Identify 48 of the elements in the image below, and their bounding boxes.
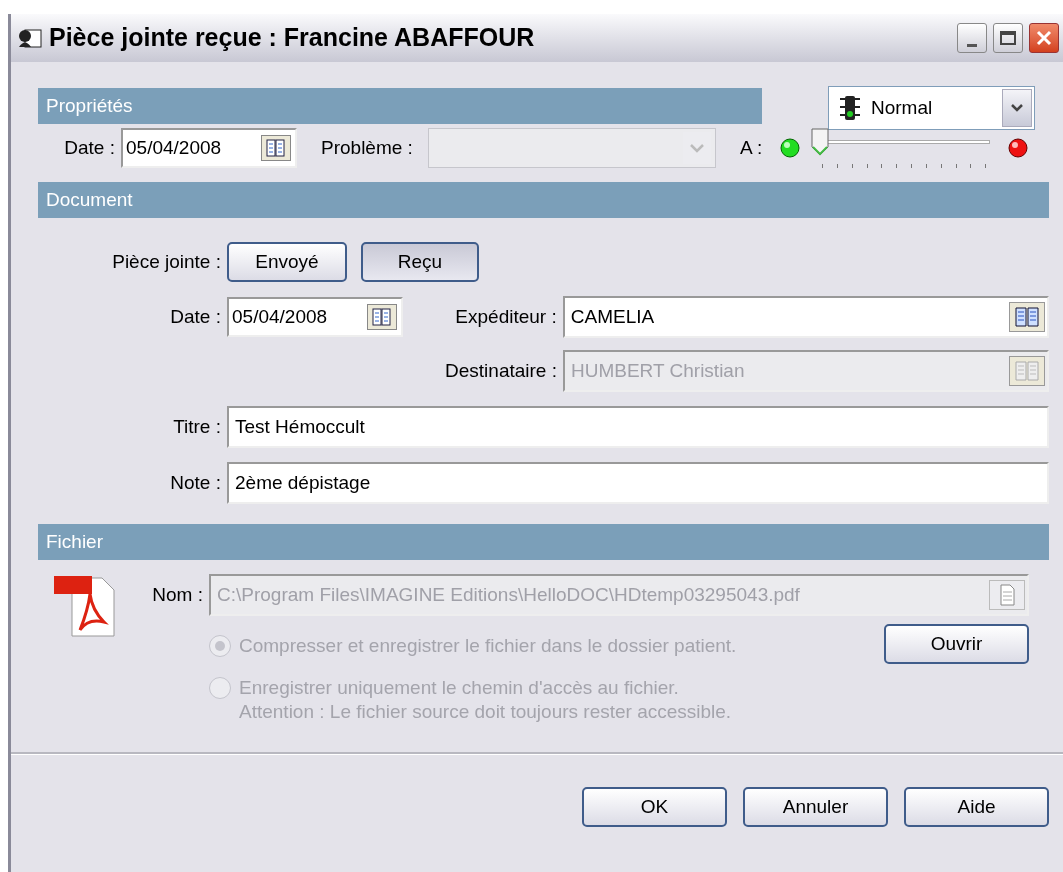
date-value: 05/04/2008 [126,135,223,160]
push-button[interactable]: Annuler [743,787,888,827]
title-field[interactable]: Test Hémoccult [227,406,1049,448]
window-app-icon [17,27,43,49]
field-label: Date : [169,304,222,329]
field-label: Expéditeur : [454,304,558,329]
field-label: Date : [63,135,116,160]
section-header: Document [38,182,1049,218]
field-label: Nom : [151,582,204,607]
minimize-button[interactable] [957,23,987,53]
push-button[interactable]: Envoyé [227,242,347,282]
dropdown-value: Normal [871,95,934,120]
maximize-button[interactable] [993,23,1023,53]
option-text: Attention : Le fichier source doit toujours rester accessible. [239,700,732,724]
option-text: Enregistrer uniquement le chemin d'accès au fichier. [239,676,680,700]
signal-light-icon [780,138,801,158]
calendar-icon[interactable] [366,304,397,330]
option-text: Compresser et enregistrer le fichier dans le dossier patient. [239,634,737,658]
date-value: 05/04/2008 [232,304,329,329]
close-button[interactable] [1029,23,1059,53]
date-field[interactable]: 05/04/2008 [227,297,403,337]
field-label: Problème : [321,135,414,160]
file-name-value: C:\Program Files\IMAGINE Editions\HelloDOC\HDtemp03295043.pdf [217,582,801,607]
section-header: Fichier [38,524,1049,560]
close-icon [1036,30,1052,46]
push-button[interactable]: OK [582,787,727,827]
priority-dropdown[interactable]: Normal [828,86,1035,130]
field-label: Note : [169,470,222,495]
push-button[interactable]: Ouvrir [884,624,1029,664]
date-field[interactable]: 05/04/2008 [121,128,297,168]
slider-thumb[interactable] [810,128,831,156]
signal-light-icon [1008,138,1029,158]
recipient-value: HUMBERT Christian [571,358,746,383]
traffic-light-icon [839,95,861,121]
field-label: Titre : [172,414,222,439]
window-title: Pièce jointe reçue : Francine ABAFFOUR [49,22,536,54]
sender-value: CAMELIA [570,304,656,329]
calendar-icon[interactable] [261,135,291,161]
field-label: Destinataire : [444,358,558,383]
section-header: Propriétés [38,88,762,124]
push-button[interactable]: Aide [904,787,1049,827]
field-label: A : [740,135,763,160]
sender-field[interactable]: CAMELIA [562,296,1049,338]
address-book-icon[interactable] [1009,302,1045,332]
note-field[interactable]: 2ème dépistage [227,462,1049,504]
document-icon[interactable] [989,580,1025,610]
push-button[interactable]: Reçu [361,242,479,282]
field-label: Pièce jointe : [111,249,222,274]
